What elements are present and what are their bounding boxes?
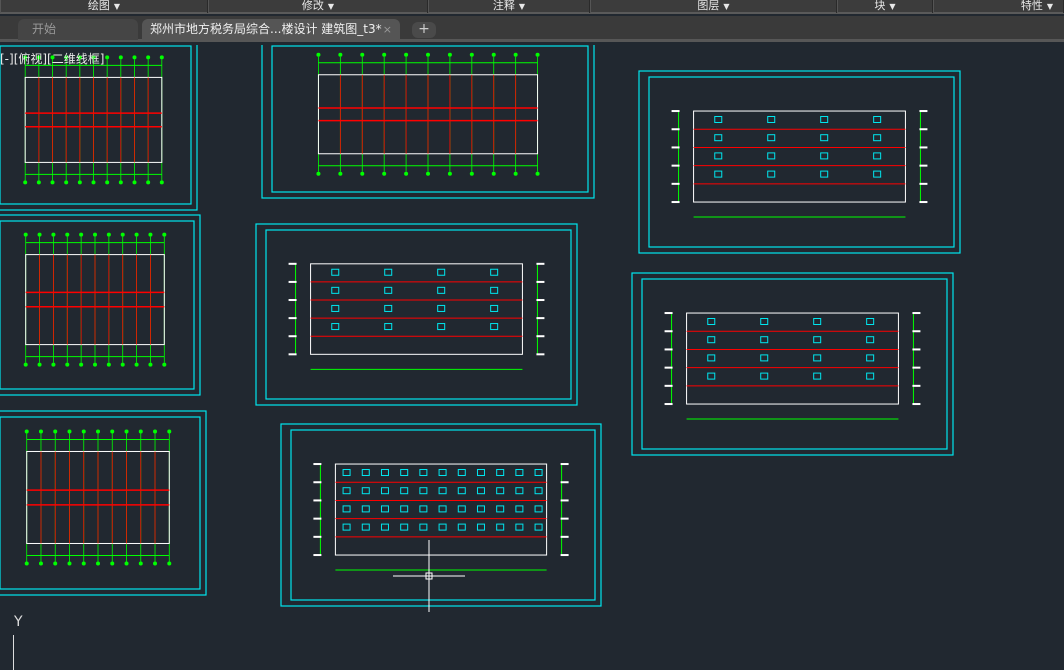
panel-label: 修改: [301, 0, 324, 12]
panel-label: 绘图: [87, 0, 110, 12]
dropdown-arrow-icon: ▼: [723, 2, 730, 11]
ribbon-panel-bar: 绘图 ▼ 修改 ▼ 注释 ▼ 图层 ▼ 块 ▼ 特性 ▼: [0, 0, 1064, 14]
file-tab-bar: 开始 郑州市地方税务局综合...楼设计 建筑图_t3* ×: [0, 16, 1064, 42]
tab-drawing[interactable]: 郑州市地方税务局综合...楼设计 建筑图_t3* ×: [142, 19, 400, 40]
sheet-second-floor-plan[interactable]: [0, 214, 201, 396]
ribbon-panel-modify[interactable]: 修改 ▼: [208, 0, 428, 13]
ucs-y-axis-label: Y: [14, 614, 23, 630]
ucs-icon: [13, 635, 14, 670]
panel-label: 特性: [1020, 0, 1043, 12]
dropdown-arrow-icon: ▼: [1046, 2, 1053, 11]
sheet-roof-plan[interactable]: [261, 45, 595, 199]
tab-label: 开始: [32, 22, 57, 36]
ribbon-panel-block[interactable]: 块 ▼: [837, 0, 933, 13]
viewport-controls-label[interactable]: [-][俯视][二维线框]: [0, 50, 104, 67]
panel-label: 图层: [697, 0, 720, 12]
new-tab-button[interactable]: +: [412, 22, 436, 38]
dropdown-arrow-icon: ▼: [889, 2, 896, 11]
ribbon-panel-annotate[interactable]: 注释 ▼: [428, 0, 590, 13]
sheet-rear-elevation[interactable]: [280, 423, 602, 607]
panel-label: 注释: [492, 0, 515, 12]
ribbon-panel-properties[interactable]: 特性 ▼: [933, 0, 1064, 13]
sheet-first-floor-plan[interactable]: [0, 45, 198, 211]
dropdown-arrow-icon: ▼: [327, 2, 335, 11]
ribbon-panel-layers[interactable]: 图层 ▼: [590, 0, 837, 13]
dropdown-arrow-icon: ▼: [113, 2, 121, 11]
tab-label: 郑州市地方税务局综合...楼设计 建筑图_t3*: [150, 22, 382, 36]
sheet-front-elevation[interactable]: [255, 223, 578, 406]
sheet-side-elevations[interactable]: [638, 70, 961, 254]
close-icon[interactable]: ×: [383, 19, 392, 40]
sheet-section[interactable]: [631, 272, 954, 456]
ribbon-panel-draw[interactable]: 绘图 ▼: [0, 0, 208, 13]
crosshair-cursor: [393, 540, 465, 612]
tab-start[interactable]: 开始: [18, 19, 138, 40]
dropdown-arrow-icon: ▼: [518, 2, 526, 11]
sheet-third-floor-plan[interactable]: [0, 410, 207, 596]
drawing-canvas[interactable]: [0, 45, 1064, 670]
panel-label: 块: [874, 0, 886, 12]
